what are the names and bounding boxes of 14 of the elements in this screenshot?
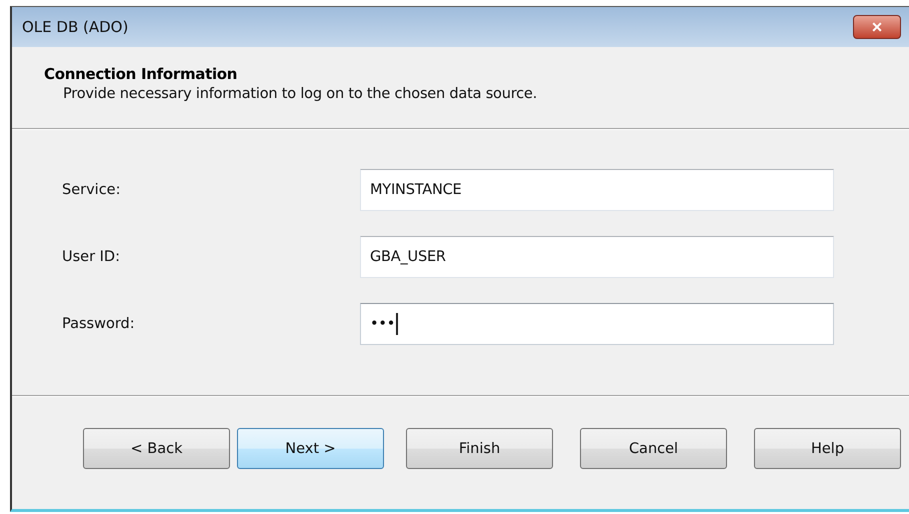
field-label: User ID:	[62, 249, 121, 265]
window-title: OLE DB (ADO)	[22, 18, 128, 36]
input-field[interactable]: GBA_USER	[360, 236, 834, 278]
wizard-button[interactable]: < Back	[83, 428, 230, 469]
field-label: Password:	[62, 316, 136, 332]
wizard-button[interactable]: Cancel	[580, 428, 727, 469]
input-field[interactable]: MYINSTANCE	[360, 169, 834, 211]
field-label: Service:	[62, 182, 122, 198]
wizard-button[interactable]: Finish	[406, 428, 553, 469]
wizard-button[interactable]: Help	[754, 428, 901, 469]
page-description: Provide necessary information to log on to the chosen data source.	[62, 85, 538, 102]
page-title: Connection Information	[44, 65, 238, 83]
input-field[interactable]: •••	[360, 303, 834, 345]
wizard-button[interactable]: Next >	[237, 428, 384, 469]
